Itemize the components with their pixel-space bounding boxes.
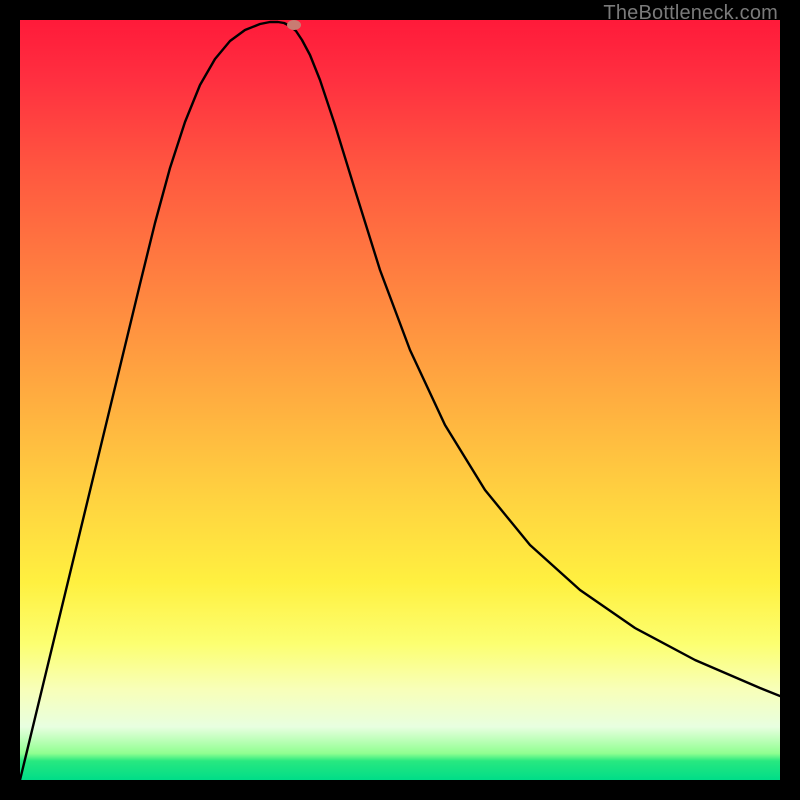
optimal-point-marker bbox=[287, 20, 301, 30]
chart-curve-svg bbox=[20, 20, 780, 780]
watermark-text: TheBottleneck.com bbox=[603, 2, 778, 25]
bottleneck-curve bbox=[20, 22, 780, 780]
